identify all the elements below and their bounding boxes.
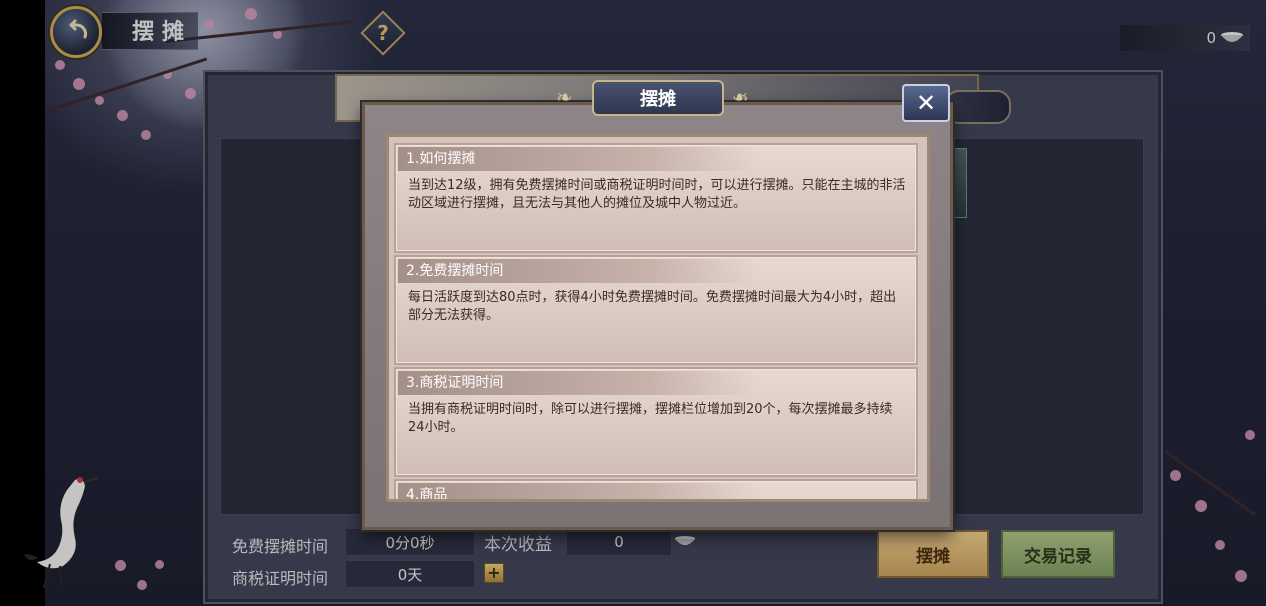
modal-title: 摆摊 xyxy=(592,80,724,116)
section-heading: 2.免费摆摊时间 xyxy=(398,259,758,283)
title-flourish-right: ❧ xyxy=(732,85,749,109)
section-heading: 1.如何摆摊 xyxy=(398,147,758,171)
section-body: 当到达12级，拥有免费摆摊时间或商税证明时间时，可以进行摆摊。只能在主城的非活动… xyxy=(408,178,906,211)
section-heading: 4.商品 xyxy=(398,483,758,499)
help-section: 3.商税证明时间 当拥有商税证明时间时，除可以进行摆摊，摆摊栏位增加到20个，每… xyxy=(394,367,918,477)
help-section: 4.商品 xyxy=(394,479,918,499)
help-section: 1.如何摆摊 当到达12级，拥有免费摆摊时间或商税证明时间时，可以进行摆摊。只能… xyxy=(394,143,918,253)
section-heading: 3.商税证明时间 xyxy=(398,371,758,395)
section-body: 当拥有商税证明时间时，除可以进行摆摊，摆摊栏位增加到20个，每次摆摊最多持续24… xyxy=(408,402,893,435)
modal-content-scroll[interactable]: 1.如何摆摊 当到达12级，拥有免费摆摊时间或商税证明时间时，可以进行摆摊。只能… xyxy=(386,134,930,502)
help-section: 2.免费摆摊时间 每日活跃度到达80点时，获得4小时免费摆摊时间。免费摆摊时间最… xyxy=(394,255,918,365)
section-body: 每日活跃度到达80点时，获得4小时免费摆摊时间。免费摆摊时间最大为4小时，超出部… xyxy=(408,290,897,323)
close-button[interactable]: ✕ xyxy=(902,84,950,122)
title-flourish-left: ❧ xyxy=(556,85,573,109)
